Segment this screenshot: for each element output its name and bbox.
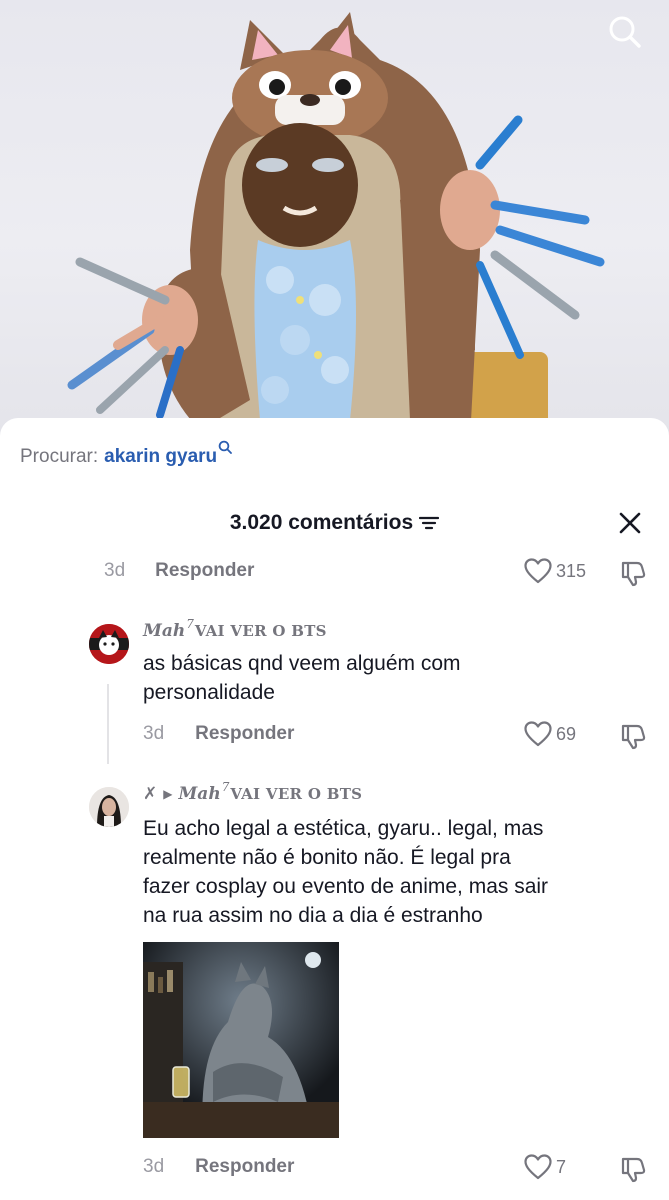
heart-icon [524,721,552,747]
comment-date: 3d [143,1156,165,1177]
comment-text-line: Eu acho legal a estética, gyaru.. legal,… [143,817,544,840]
comment-text: Eu acho legal a estética, gyaru.. legal,… [143,814,548,930]
comment-text-line: fazer cosplay ou evento de anime, mas sa… [143,875,549,898]
dislike-button[interactable] [619,722,647,755]
dislike-button[interactable] [619,559,647,592]
like-button[interactable]: 69 [524,721,576,747]
video-player[interactable] [0,0,669,440]
werewolf-image [143,942,339,1138]
search-prefix: Procurar: [20,446,99,467]
thread-line [107,684,109,764]
username-superscript: 7 [186,617,194,631]
comment-meta-row: 3d Responder [104,560,254,582]
close-icon [619,512,641,534]
like-count: 7 [556,1156,567,1177]
thumbs-down-icon [621,724,646,750]
thumbs-down-icon [621,561,646,587]
video-search-button[interactable] [607,14,647,54]
reply-button[interactable]: Responder [195,723,294,745]
heart-icon [524,1154,552,1180]
search-small-icon [218,438,233,460]
comment-image-attachment[interactable] [143,942,339,1138]
reply-to-name: Mah [178,784,221,804]
username-tag: VAI VER O BTS [194,622,327,640]
heart-icon [524,558,552,584]
comment-text-line: na rua assim no dia a dia é estranho [143,904,483,927]
reply-button[interactable]: Responder [155,560,254,582]
reply-username[interactable]: ✗ ▶ Mah 7 VAI VER O BTS [143,780,363,804]
reply-to-tag: VAI VER O BTS [230,785,363,803]
comment-text: as básicas qnd veem alguém com personali… [143,649,461,707]
like-count: 315 [556,560,587,581]
username-name: Mah [143,621,186,641]
comment-text-line: realmente não é bonito não. É legal pra [143,846,511,869]
video-frame [67,12,605,440]
comment-meta-row: 3d Responder [143,1156,294,1178]
comments-header: 3.020 comentários [0,508,669,538]
related-search[interactable]: Procurar: akarin gyaru [20,440,233,468]
comments-sheet: Procurar: akarin gyaru 3.020 comentários [0,418,669,1200]
comment-date: 3d [104,560,126,581]
reply-button[interactable]: Responder [195,1156,294,1178]
comment-meta-row: 3d Responder [143,723,294,745]
dislike-button[interactable] [619,1155,647,1188]
comments-count-title: 3.020 comentários [229,511,414,534]
like-count: 69 [556,723,577,744]
avatar[interactable] [89,624,129,664]
search-query-link[interactable]: akarin gyaru [104,446,217,468]
face [242,123,358,247]
comment-username[interactable]: Mah 7 VAI VER O BTS [143,617,327,641]
avatar[interactable] [89,787,129,827]
comment-text-line: as básicas qnd veem alguém com [143,652,461,675]
close-button[interactable] [615,508,645,538]
comment-text-line: personalidade [143,681,275,704]
reply-arrow-icon: ▶ [163,787,173,801]
like-button[interactable]: 315 [524,558,586,584]
reply-to-superscript: 7 [221,780,230,794]
comment-date: 3d [143,723,165,744]
search-icon [609,16,641,48]
reply-prefix-mark: ✗ [143,784,158,804]
thumbs-down-icon [621,1157,646,1183]
sort-lines-icon[interactable] [419,515,440,531]
like-button[interactable]: 7 [524,1154,566,1180]
